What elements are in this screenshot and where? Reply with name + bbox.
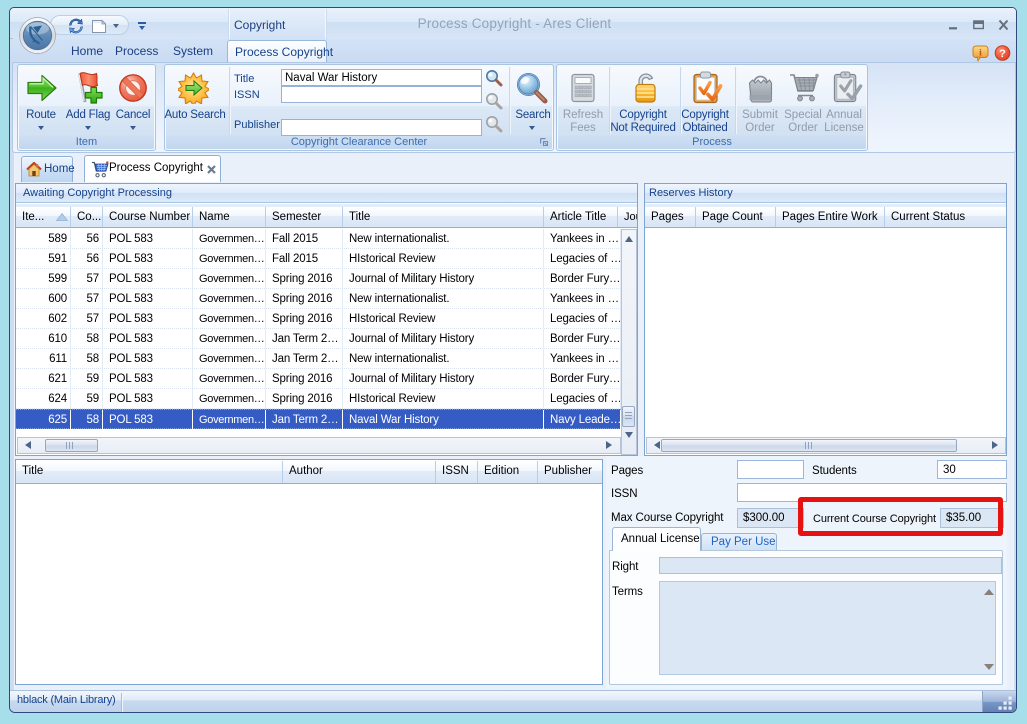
svg-text:i: i [979, 49, 982, 59]
svg-text:?: ? [999, 48, 1006, 60]
